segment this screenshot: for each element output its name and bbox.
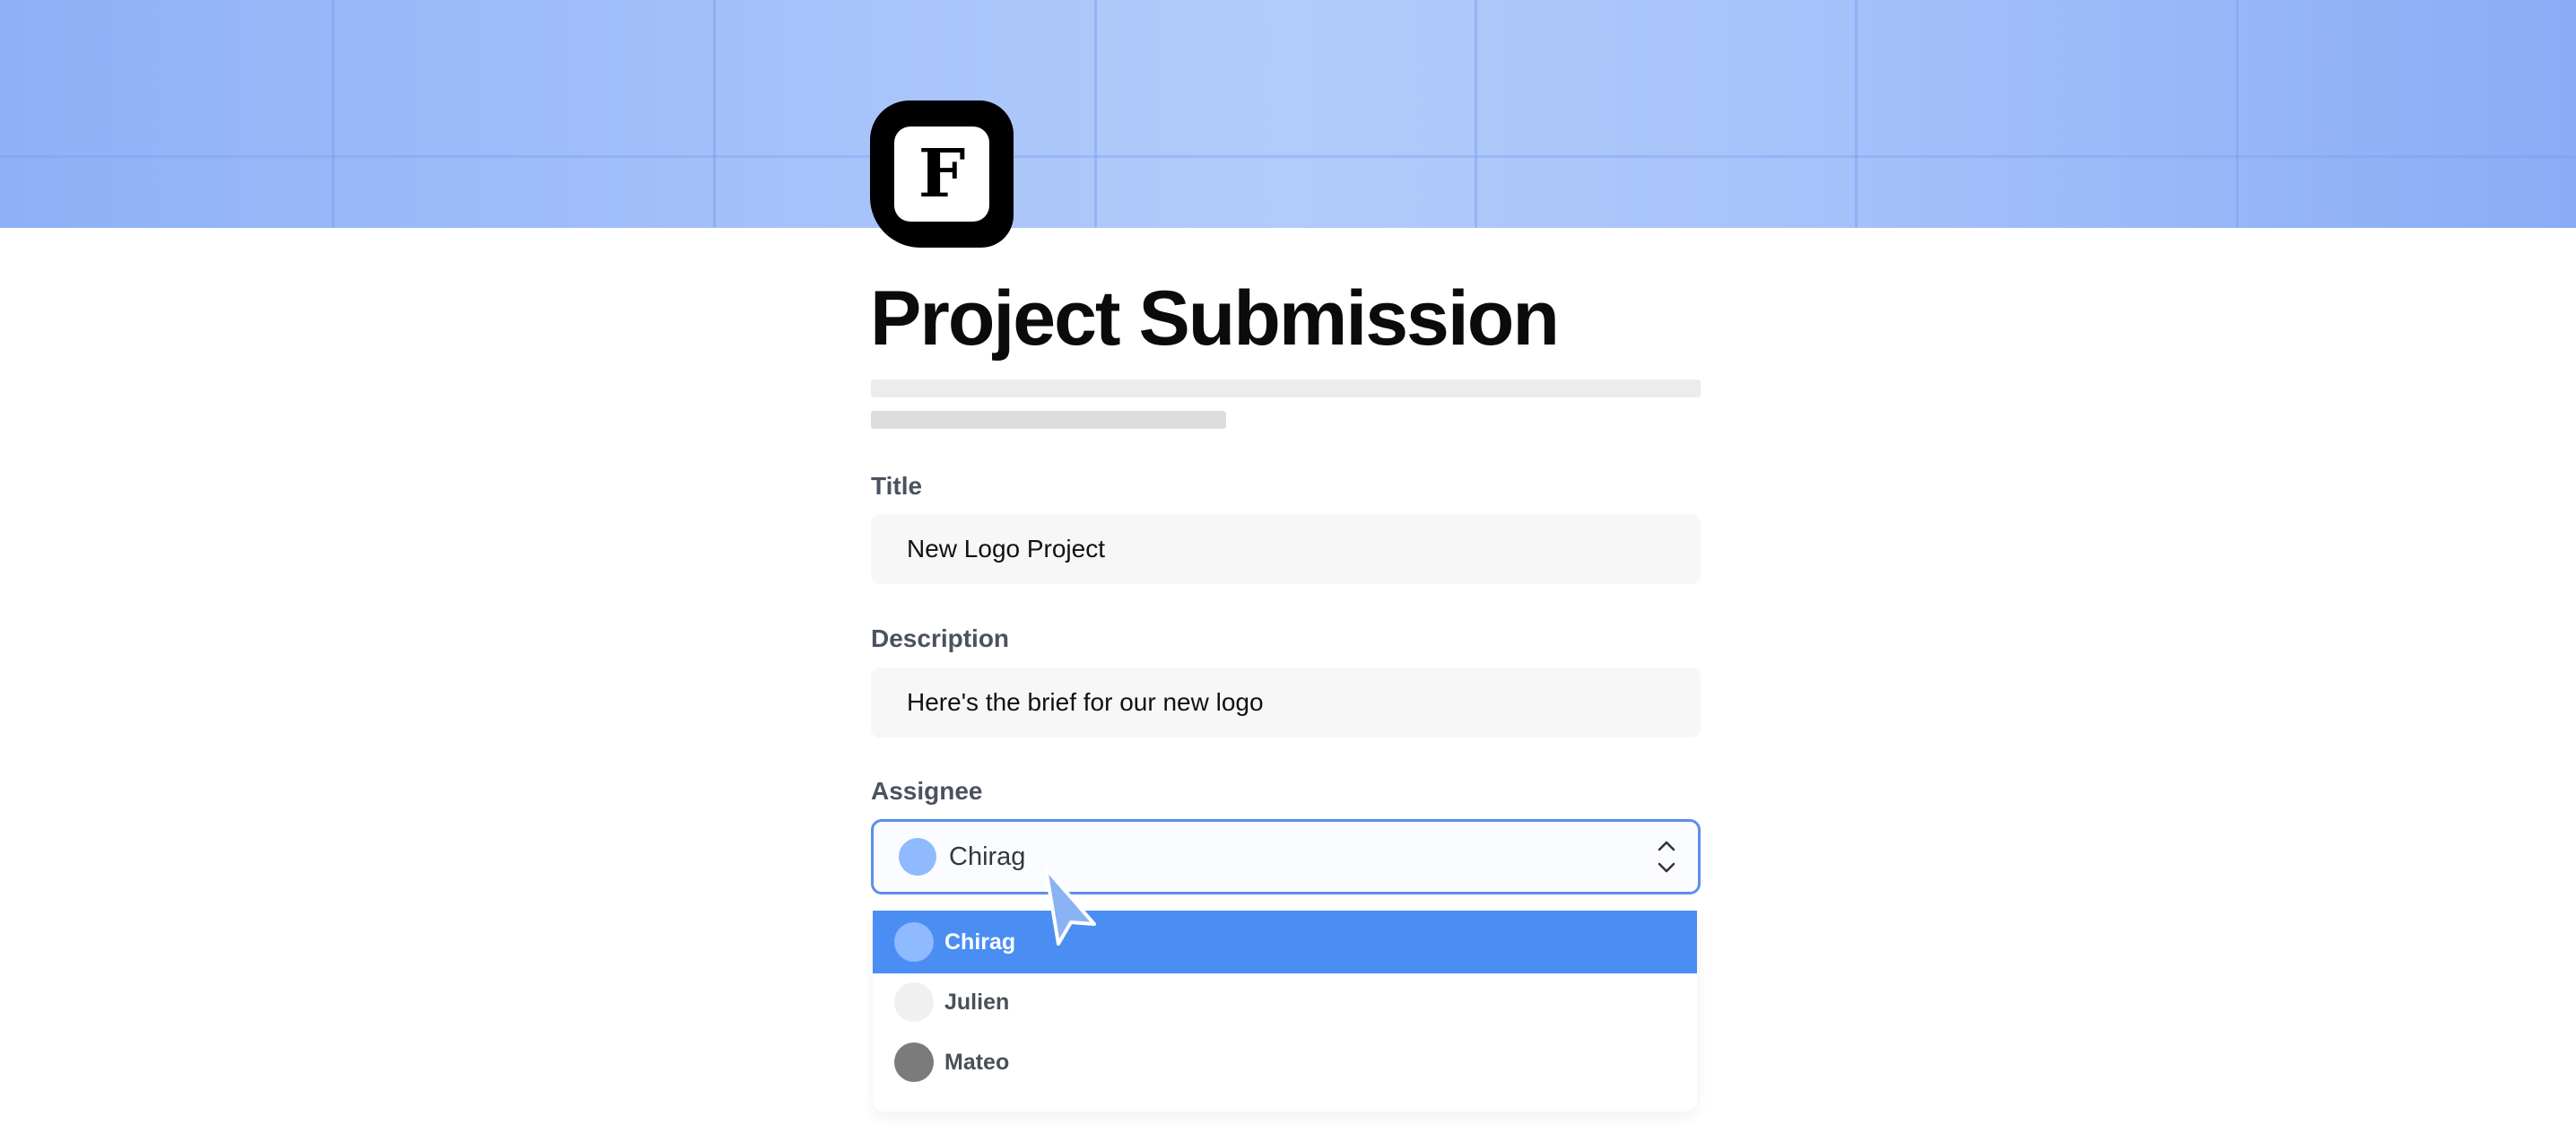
chevron-up-down-icon: [1658, 841, 1675, 873]
logo-letter: F: [894, 127, 989, 222]
option-label: Julien: [944, 989, 1010, 1015]
page-title: Project Submission: [870, 275, 1560, 362]
option-julien[interactable]: Julien: [873, 971, 1697, 1034]
avatar: [894, 982, 934, 1022]
avatar: [894, 1043, 934, 1082]
avatar: [899, 838, 936, 876]
option-label: Chirag: [944, 929, 1016, 955]
title-input[interactable]: New Logo Project: [871, 514, 1701, 584]
description-placeholder-line-short: [871, 411, 1226, 429]
option-label: Mateo: [944, 1049, 1010, 1075]
description-placeholder-line: [871, 380, 1701, 397]
assignee-selected-value: Chirag: [949, 842, 1026, 871]
assignee-select[interactable]: Chirag: [871, 819, 1701, 894]
logo-icon: F: [870, 100, 1014, 248]
header-banner: [0, 0, 2576, 228]
title-label: Title: [871, 472, 923, 500]
avatar: [894, 922, 934, 962]
description-label: Description: [871, 624, 1010, 652]
assignee-label: Assignee: [871, 777, 983, 805]
description-input[interactable]: Here's the brief for our new logo: [871, 667, 1701, 737]
assignee-dropdown: Chirag Julien Mateo: [873, 911, 1697, 1112]
option-mateo[interactable]: Mateo: [873, 1031, 1697, 1094]
option-chirag[interactable]: Chirag: [873, 911, 1697, 973]
cursor-icon: [1044, 867, 1096, 946]
